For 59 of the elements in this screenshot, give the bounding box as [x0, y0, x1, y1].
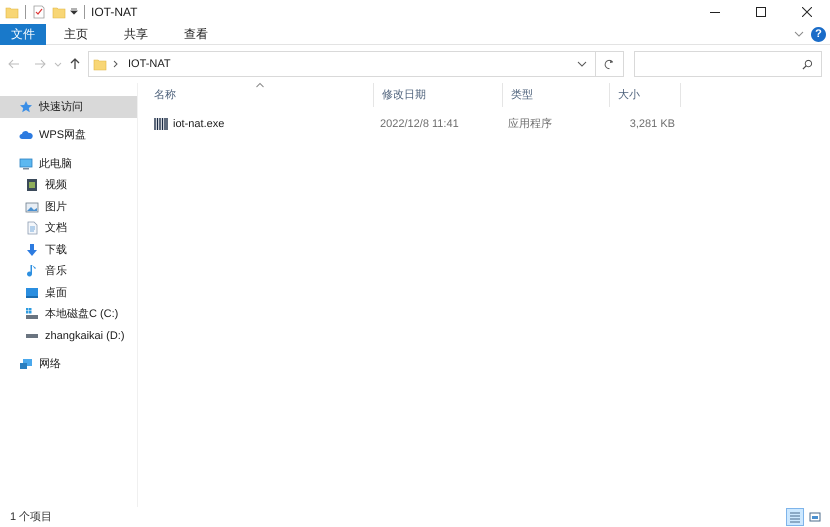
help-button[interactable]: ?	[811, 26, 826, 42]
sidebar-item[interactable]: zhangkaikai (D:)	[0, 325, 137, 346]
table-cell-text: 应用程序	[507, 116, 553, 132]
caret-icon[interactable]	[70, 8, 78, 16]
table-cell-text: 3,281 KB	[628, 116, 676, 132]
column-header[interactable]: 类型	[503, 83, 610, 107]
new-folder-icon	[52, 5, 66, 19]
column-header[interactable]: 修改日期	[374, 83, 503, 107]
checklist-icon[interactable]	[32, 5, 46, 19]
ribbon-tab[interactable]: 共享	[106, 24, 166, 44]
address-path[interactable]: IOT-NAT	[128, 56, 171, 72]
sidebar-item[interactable]: 图片	[0, 196, 137, 218]
column-header[interactable]: 大小	[610, 83, 681, 107]
music-note-icon	[25, 264, 39, 278]
chevron-down-icon[interactable]	[794, 30, 804, 38]
ribbon-tab[interactable]: 主页	[46, 24, 106, 44]
sidebar-item[interactable]: 音乐	[0, 260, 137, 282]
table-cell-text: 2022/12/8 11:41	[379, 116, 460, 132]
sidebar-item[interactable]: 此电脑	[0, 153, 137, 174]
details-view-button[interactable]	[786, 508, 804, 526]
sidebar-item[interactable]: WPS网盘	[0, 124, 137, 146]
drive-icon	[25, 307, 39, 322]
barcode-app-icon	[154, 117, 168, 131]
sidebar-item[interactable]: 文档	[0, 218, 137, 239]
up-arrow-icon[interactable]	[69, 58, 81, 70]
status-text: 1 个项目	[10, 510, 52, 525]
folder-icon	[5, 5, 19, 19]
picture-icon	[809, 511, 821, 523]
down-arrow-icon	[25, 242, 39, 257]
sidebar-item[interactable]: 快速访问	[0, 96, 137, 118]
chevron-down-icon[interactable]	[577, 60, 587, 68]
monitor-icon	[19, 156, 33, 171]
document-icon	[25, 221, 39, 236]
sidebar-item[interactable]: 桌面	[0, 282, 137, 304]
sidebar-item[interactable]: 视频	[0, 174, 137, 196]
sidebar-item[interactable]: 网络	[0, 354, 137, 375]
file-tab[interactable]: 文件	[0, 24, 46, 44]
desktop-icon	[25, 286, 39, 300]
search-field[interactable]	[634, 51, 822, 77]
folder-icon	[93, 57, 107, 71]
chevron-right-icon	[113, 60, 119, 68]
picture-icon	[25, 200, 39, 214]
search-icon	[802, 58, 813, 70]
network-icon	[19, 357, 33, 372]
sidebar-item[interactable]: 下载	[0, 239, 137, 260]
sort-caret-icon	[255, 82, 264, 88]
address-bar[interactable]: IOT-NAT	[88, 51, 624, 77]
list-icon	[789, 511, 801, 523]
star-icon	[19, 100, 33, 114]
drive-icon	[26, 334, 38, 338]
window-title: IOT-NAT	[91, 4, 138, 21]
maximize-icon	[756, 7, 766, 17]
file-name[interactable]: iot-nat.exe	[173, 116, 224, 132]
column-header[interactable]: 名称	[146, 83, 374, 107]
sidebar-item[interactable]: 本地磁盘C (C:)	[0, 304, 137, 325]
refresh-icon	[604, 58, 615, 70]
ribbon-tab[interactable]: 查看	[166, 24, 226, 44]
close-icon	[802, 7, 812, 17]
film-icon	[25, 178, 39, 192]
